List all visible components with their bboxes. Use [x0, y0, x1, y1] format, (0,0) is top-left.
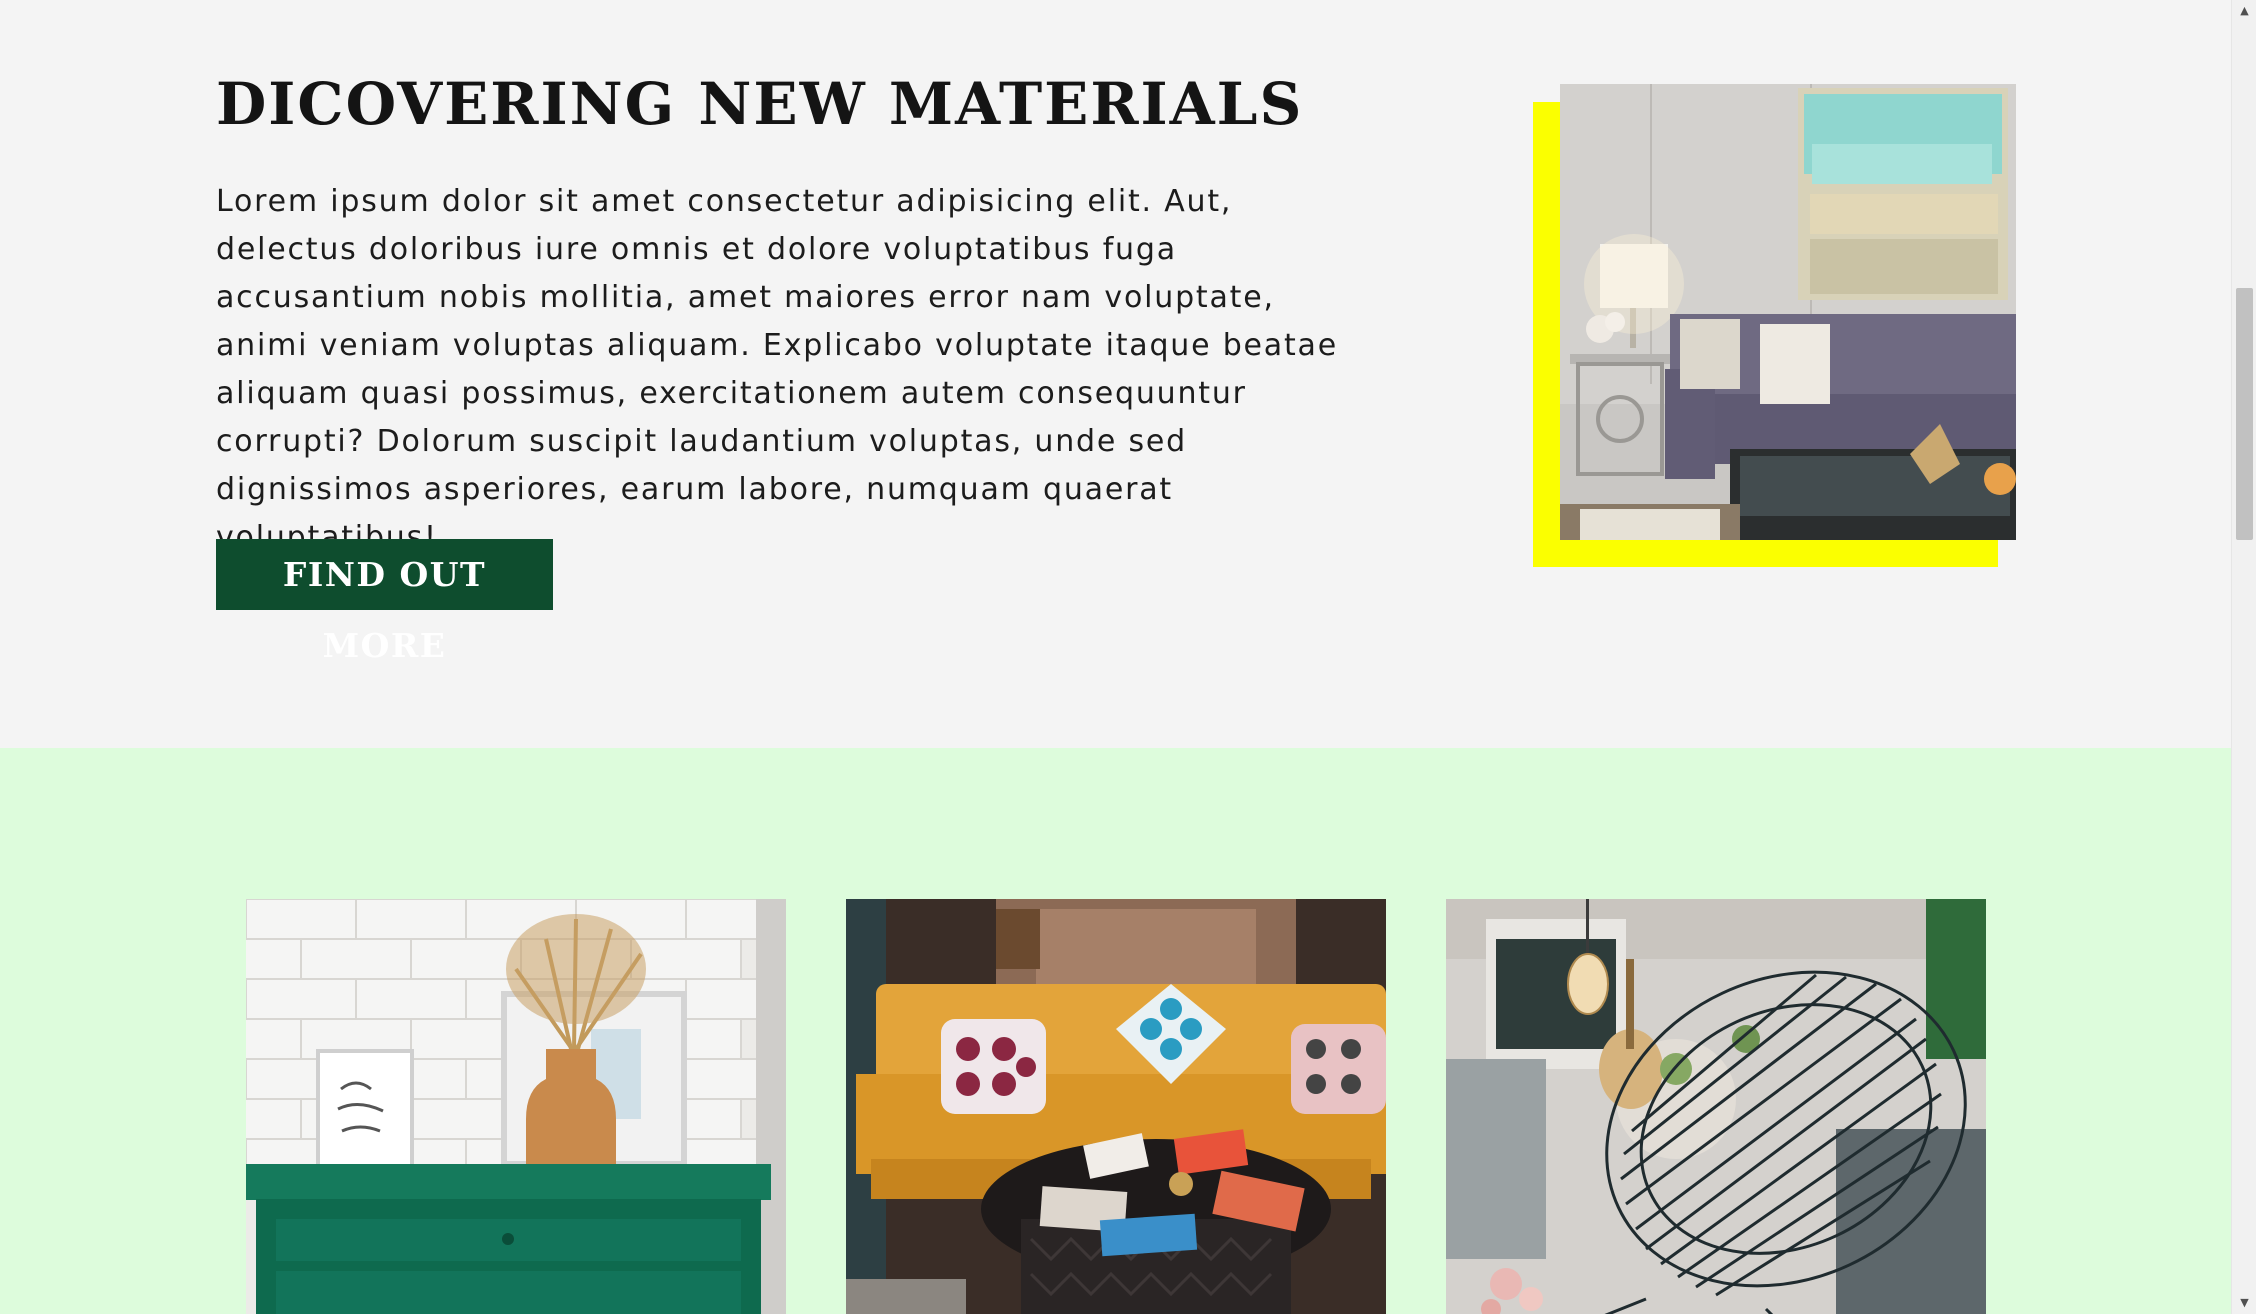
- hero-section: DICOVERING NEW MATERIALS Lorem ipsum dol…: [0, 0, 2231, 748]
- find-out-more-button[interactable]: FIND OUT MORE: [216, 539, 553, 665]
- scroll-down-arrow-icon[interactable]: ▼: [2232, 1292, 2256, 1314]
- gallery-section: [0, 748, 2231, 1314]
- scroll-thumb[interactable]: [2236, 288, 2253, 540]
- scroll-up-arrow-icon[interactable]: ▲: [2232, 0, 2256, 22]
- green-dresser-image: [246, 899, 786, 1314]
- page: DICOVERING NEW MATERIALS Lorem ipsum dol…: [0, 0, 2256, 1314]
- wire-chair-image: [1446, 899, 1986, 1314]
- yellow-sofa-image: [846, 899, 1386, 1314]
- vertical-scrollbar[interactable]: ▲ ▼: [2231, 0, 2256, 1314]
- hero-title: DICOVERING NEW MATERIALS: [216, 70, 1304, 138]
- living-room-image: [1560, 84, 2016, 540]
- hero-body-text: Lorem ipsum dolor sit amet consectetur a…: [216, 184, 1338, 555]
